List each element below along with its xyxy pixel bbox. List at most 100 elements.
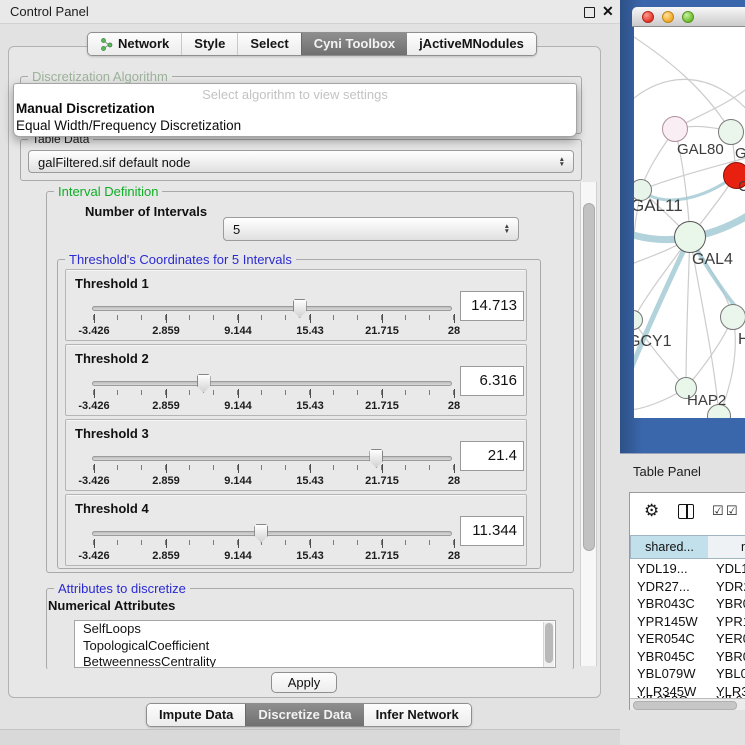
tab-select[interactable]: Select: [237, 33, 300, 55]
threshold-1-slider[interactable]: [92, 306, 452, 311]
table-data-combobox[interactable]: galFiltered.sif default node ▲▼: [28, 150, 574, 173]
tab-style[interactable]: Style: [181, 33, 237, 55]
combobox-value: galFiltered.sif default node: [38, 151, 190, 174]
close-icon[interactable]: ✕: [602, 3, 614, 20]
table-row[interactable]: YBL079WYBL0: [630, 666, 745, 684]
tick-label: 9.144: [213, 550, 263, 562]
gear-icon[interactable]: ⚙: [644, 501, 659, 521]
close-traffic-icon[interactable]: [642, 11, 654, 23]
tab-label: Select: [250, 33, 288, 55]
tick-label: 21.715: [357, 475, 407, 487]
checkbox-icon[interactable]: ☑: [726, 503, 738, 519]
tick-label: 15.43: [285, 400, 335, 412]
node-label-partial: C: [738, 178, 745, 195]
tick-label: 2.859: [141, 550, 191, 562]
settings-scrollbar[interactable]: [580, 182, 597, 666]
node-label-gal80: GAL80: [677, 141, 724, 158]
tick-label: -3.426: [69, 325, 119, 337]
network-node-gal4[interactable]: [674, 221, 706, 253]
group-title: Threshold's Coordinates for 5 Intervals: [65, 252, 296, 267]
network-canvas[interactable]: GAL80 G. C GAL11 GAL4 GCY1 H HAP2: [634, 27, 745, 418]
bottom-tabbar: Impute Data Discretize Data Infer Networ…: [146, 703, 472, 727]
threshold-4-panel: Threshold 4 -3.426 2.859 9.144 15.43 21.…: [65, 494, 527, 566]
dropdown-item-equal-width-frequency[interactable]: Equal Width/Frequency Discretization: [16, 118, 241, 133]
float-window-icon[interactable]: [584, 7, 595, 18]
group-title: Interval Definition: [54, 184, 162, 199]
split-columns-icon[interactable]: [678, 504, 694, 519]
tick-label: 2.859: [141, 475, 191, 487]
tick-label: 15.43: [285, 475, 335, 487]
apply-button[interactable]: Apply: [271, 672, 337, 693]
tab-label: Style: [194, 33, 225, 55]
column-header-shared-name[interactable]: shared...: [630, 535, 708, 559]
top-tabbar: Network Style Select Cyni Toolbox jActiv…: [87, 32, 537, 56]
tab-label: Cyni Toolbox: [314, 33, 395, 55]
tick-label: 28: [429, 475, 479, 487]
threshold-3-value-field[interactable]: 21.4: [460, 441, 524, 471]
list-item[interactable]: BetweennessCentrality: [75, 654, 555, 668]
table-row[interactable]: YDR27...YDR2: [630, 579, 745, 597]
network-icon: [100, 38, 113, 51]
list-item[interactable]: SelfLoops: [75, 621, 555, 638]
tab-label: Network: [118, 33, 169, 55]
tab-impute-data[interactable]: Impute Data: [147, 704, 245, 726]
tab-cyni-toolbox[interactable]: Cyni Toolbox: [301, 33, 407, 55]
threshold-1-value-field[interactable]: 14.713: [460, 291, 524, 321]
table-container: ⚙ ☑ ☑ shared... n YDL19...YDL1 YDR27...Y…: [629, 492, 745, 710]
slider-ticks: [93, 315, 455, 323]
node-label-gal11: GAL11: [634, 196, 683, 216]
number-of-intervals-combobox[interactable]: 5 ▲▼: [223, 217, 519, 241]
tick-label: 9.144: [213, 475, 263, 487]
tick-label: 9.144: [213, 325, 263, 337]
table-row[interactable]: YBR043CYBR0: [630, 596, 745, 614]
list-item[interactable]: TopologicalCoefficient: [75, 638, 555, 655]
list-scrollbar[interactable]: [543, 622, 554, 668]
scrollbar-thumb[interactable]: [633, 701, 737, 710]
column-header-name[interactable]: n: [708, 535, 745, 559]
table-horizontal-scrollbar[interactable]: [630, 698, 745, 710]
tick-label: 28: [429, 550, 479, 562]
table-row[interactable]: YBR045CYBR0: [630, 649, 745, 667]
group-title: Attributes to discretize: [54, 581, 190, 596]
threshold-3-slider[interactable]: [92, 456, 452, 461]
control-panel: Control Panel ✕ Network Style Select Cyn…: [0, 0, 620, 745]
threshold-2-slider[interactable]: [92, 381, 452, 386]
network-view-window: GAL80 G. C GAL11 GAL4 GCY1 H HAP2: [632, 7, 745, 418]
numerical-attributes-list[interactable]: SelfLoops TopologicalCoefficient Between…: [74, 620, 556, 668]
stepper-icon: ▲▼: [504, 224, 510, 234]
tick-label: 21.715: [357, 550, 407, 562]
tab-label: jActiveMNodules: [419, 33, 524, 55]
table-row[interactable]: YER054CYER0: [630, 631, 745, 649]
scrollbar-thumb[interactable]: [583, 203, 595, 551]
threshold-2-value-field[interactable]: 6.316: [460, 366, 524, 396]
table-row[interactable]: YDL19...YDL1: [630, 561, 745, 579]
tick-label: 2.859: [141, 400, 191, 412]
network-node-gal80[interactable]: [662, 116, 688, 142]
zoom-traffic-icon[interactable]: [682, 11, 694, 23]
threshold-4-slider[interactable]: [92, 531, 452, 536]
dropdown-item-manual-discretization[interactable]: Manual Discretization: [16, 101, 155, 116]
tab-network[interactable]: Network: [88, 33, 181, 55]
thresholds-group: Threshold's Coordinates for 5 Intervals …: [57, 259, 541, 569]
tick-label: 9.144: [213, 400, 263, 412]
network-node[interactable]: [720, 304, 745, 330]
tick-label: 15.43: [285, 325, 335, 337]
node-label-gal4: GAL4: [692, 251, 733, 269]
table-row[interactable]: YPR145WYPR1: [630, 614, 745, 632]
checkbox-icon[interactable]: ☑: [712, 503, 724, 519]
table-panel-title: Table Panel: [633, 464, 701, 479]
network-window-titlebar[interactable]: [632, 7, 745, 27]
algorithm-dropdown-popup: Select algorithm to view settings Manual…: [13, 83, 577, 137]
statusbar-strip: [0, 729, 620, 745]
slider-ticks: [93, 540, 455, 548]
tick-label: -3.426: [69, 550, 119, 562]
tick-label: 28: [429, 325, 479, 337]
tab-infer-network[interactable]: Infer Network: [364, 704, 471, 726]
threshold-4-value-field[interactable]: 11.344: [460, 516, 524, 546]
threshold-label: Threshold 4: [75, 501, 149, 516]
tab-discretize-data[interactable]: Discretize Data: [245, 704, 363, 726]
threshold-label: Threshold 1: [75, 276, 149, 291]
tab-jactivemnodules[interactable]: jActiveMNodules: [407, 33, 536, 55]
minimize-traffic-icon[interactable]: [662, 11, 674, 23]
table-header-row: shared... n: [630, 535, 745, 559]
